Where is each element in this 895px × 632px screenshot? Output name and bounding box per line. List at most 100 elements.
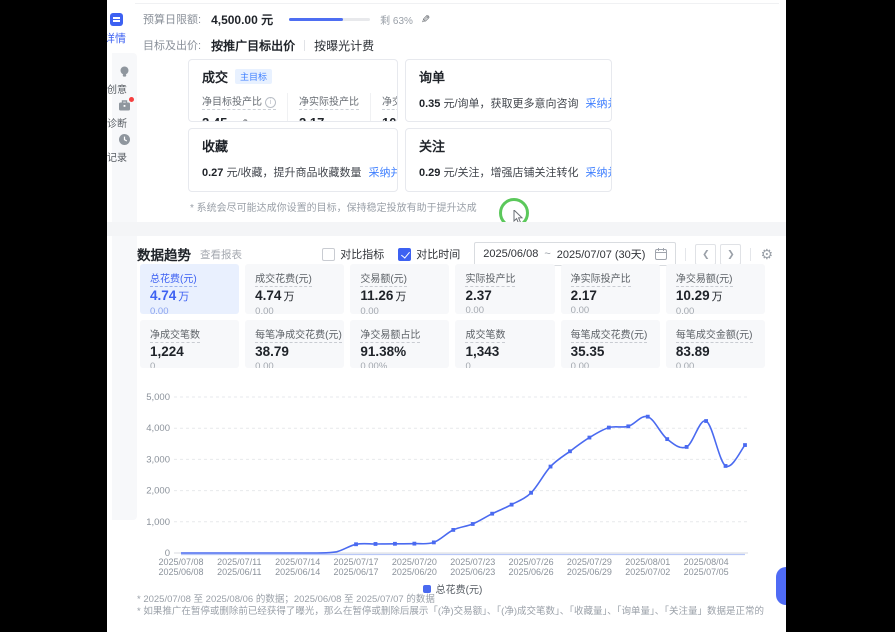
metric-value: 1,224	[150, 344, 229, 359]
metric-compare-value: 0.00	[465, 305, 544, 314]
next-period-button[interactable]: ❯	[720, 244, 741, 265]
metric-card[interactable]: 净成交笔数1,2240	[140, 320, 239, 368]
sidebar-item-label: 记录	[107, 149, 141, 164]
controls-divider	[750, 248, 751, 261]
adopt-enable-link[interactable]: 采纳并开启	[369, 167, 398, 179]
goal-card-desc: 0.29 元/关注，增强店铺关注转化采纳并开启	[419, 164, 598, 180]
metric-label: 每笔成交花费(元)	[571, 326, 650, 341]
section-separator	[107, 222, 786, 236]
prev-period-button[interactable]: ❮	[695, 244, 716, 265]
svg-text:2025/06/20: 2025/06/20	[392, 567, 437, 577]
main-goal-badge: 主目标	[235, 69, 272, 84]
sidebar-item-detail[interactable]: 详情	[107, 13, 137, 46]
metric-compare-value: 0.00	[360, 306, 439, 314]
deal-stat: 净实际投产比2.17	[287, 93, 370, 122]
budget-slider-fill	[289, 18, 342, 21]
metric-label: 净成交笔数	[150, 326, 229, 341]
metric-card[interactable]: 净交易额(元)10.29万0.00	[666, 264, 765, 314]
budget-slider[interactable]	[289, 18, 370, 21]
metric-compare-value: 0.00	[150, 306, 229, 314]
view-report-link[interactable]: 查看报表	[200, 247, 242, 262]
goal-card-inquiry[interactable]: 询单 0.35 元/询单，获取更多意向咨询采纳并开启	[405, 59, 612, 122]
metric-card[interactable]: 交易额(元)11.26万0.00	[350, 264, 449, 314]
svg-text:5,000: 5,000	[146, 392, 170, 403]
deal-stat: 净交易额(元)102946.60	[370, 93, 398, 122]
metric-label: 每笔成交金额(元)	[676, 326, 755, 341]
metric-card[interactable]: 总花费(元) 4.74万 0.00	[140, 264, 239, 314]
edit-budget-icon[interactable]: ✎	[421, 13, 430, 26]
goal-card-follow[interactable]: 关注 0.29 元/关注，增强店铺关注转化采纳并开启	[405, 128, 612, 192]
stat-value: 2.17	[299, 115, 359, 122]
bulb-icon	[118, 65, 131, 78]
side-floating-button[interactable]	[776, 567, 786, 605]
compare-metric-checkbox[interactable]	[322, 248, 335, 261]
svg-text:2025/08/01: 2025/08/01	[625, 557, 670, 567]
metric-compare-value: 0.00	[571, 361, 650, 368]
top-divider	[135, 3, 779, 4]
svg-text:2025/07/17: 2025/07/17	[334, 557, 379, 567]
metric-card[interactable]: 净交易额占比91.38%0.00%	[350, 320, 449, 368]
metric-compare-value: 0.00	[255, 306, 334, 314]
metric-compare-value: 0.00%	[360, 361, 439, 368]
metric-value: 4.74万	[150, 288, 229, 304]
calendar-icon	[655, 248, 667, 260]
metric-label: 净交易额(元)	[676, 270, 755, 285]
metric-compare-value: 0	[465, 361, 544, 368]
footnote-2: * 如果推广在暂停或删除前已经获得了曝光，那么在暂停或删除后展示「(净)交易额」…	[137, 603, 764, 617]
metric-card[interactable]: 每笔成交金额(元)83.890.00	[666, 320, 765, 368]
desc-text: 元/关注，增强店铺关注转化	[443, 167, 578, 179]
metric-value: 1,343	[465, 344, 544, 359]
sidebar-item-bulb[interactable]: 创意	[112, 65, 142, 96]
budget-remaining: 剩 63%	[380, 12, 413, 27]
tab-bid-by-goal[interactable]: 按推广目标出价	[211, 37, 295, 54]
metric-label: 总花费(元)	[150, 270, 229, 285]
svg-text:4,000: 4,000	[146, 423, 170, 434]
sidebar-item-case[interactable]: 诊断	[112, 99, 142, 130]
metric-value: 2.17	[571, 288, 650, 303]
stat-label: 净目标投产比i	[202, 93, 276, 110]
adopt-enable-link[interactable]: 采纳并开启	[586, 167, 612, 179]
goal-card-title: 成交	[202, 67, 228, 86]
svg-text:2025/06/08: 2025/06/08	[158, 567, 203, 577]
gear-icon[interactable]: ⚙	[760, 246, 773, 263]
svg-text:2025/07/29: 2025/07/29	[567, 557, 612, 567]
metric-card[interactable]: 每笔成交花费(元)35.350.00	[561, 320, 660, 368]
metric-compare-value: 0.00	[255, 361, 334, 368]
compare-time-checkbox[interactable]	[398, 248, 411, 261]
svg-text:2025/07/05: 2025/07/05	[684, 567, 729, 577]
svg-text:2025/06/17: 2025/06/17	[334, 567, 379, 577]
goal-card-stats: 净目标投产比i2.45 ✎净实际投产比2.17净交易额(元)102946.60	[202, 93, 384, 122]
tab-bid-by-exposure[interactable]: 按曝光计费	[314, 37, 374, 54]
goal-card-title: 收藏	[202, 136, 228, 155]
svg-text:2025/06/14: 2025/06/14	[275, 567, 320, 577]
metric-card[interactable]: 净实际投产比2.170.00	[561, 264, 660, 314]
budget-row: 预算日限额: 4,500.00 元 剩 63% ✎	[143, 9, 430, 29]
legend-label: 总花费(元)	[436, 581, 483, 596]
desc-text: 元/询单，获取更多意向咨询	[443, 98, 578, 110]
metric-compare-value: 0.00	[676, 306, 755, 314]
metric-card[interactable]: 实际投产比2.370.00	[455, 264, 554, 314]
sidebar-item-clock[interactable]: 记录	[112, 133, 142, 164]
svg-text:2025/06/11: 2025/06/11	[217, 567, 261, 577]
metric-compare-value: 0.00	[571, 305, 650, 314]
metric-card[interactable]: 成交花费(元)4.74万0.00	[245, 264, 344, 314]
adopt-enable-link[interactable]: 采纳并开启	[586, 98, 612, 110]
budget-label: 预算日限额:	[143, 11, 201, 27]
tab-divider	[304, 40, 305, 51]
svg-text:2025/06/29: 2025/06/29	[567, 567, 612, 577]
svg-text:2025/06/26: 2025/06/26	[509, 567, 554, 577]
goal-card-favorite[interactable]: 收藏 0.27 元/收藏，提升商品收藏数量采纳并开启	[188, 128, 398, 192]
system-note: * 系统会尽可能达成你设置的目标，保持稳定投放有助于提升达成	[190, 199, 477, 214]
svg-text:2025/06/23: 2025/06/23	[450, 567, 495, 577]
goal-card-desc: 0.27 元/收藏，提升商品收藏数量采纳并开启	[202, 164, 384, 180]
metric-compare-value: 0.00	[676, 361, 755, 368]
alert-dot	[129, 97, 134, 102]
compare-time-label: 对比时间	[416, 246, 460, 262]
goal-card-deal[interactable]: 成交 主目标 净目标投产比i2.45 ✎净实际投产比2.17净交易额(元)102…	[188, 59, 398, 122]
edit-roi-icon[interactable]: ✎	[239, 117, 248, 122]
metric-card[interactable]: 每笔净成交花费(元)38.790.00	[245, 320, 344, 368]
info-icon[interactable]: i	[265, 97, 276, 108]
metric-label: 净交易额占比	[360, 326, 439, 341]
date-range-input[interactable]: 2025/06/08 ~ 2025/07/07 (30天)	[474, 242, 676, 266]
metric-card[interactable]: 成交笔数1,3430	[455, 320, 554, 368]
